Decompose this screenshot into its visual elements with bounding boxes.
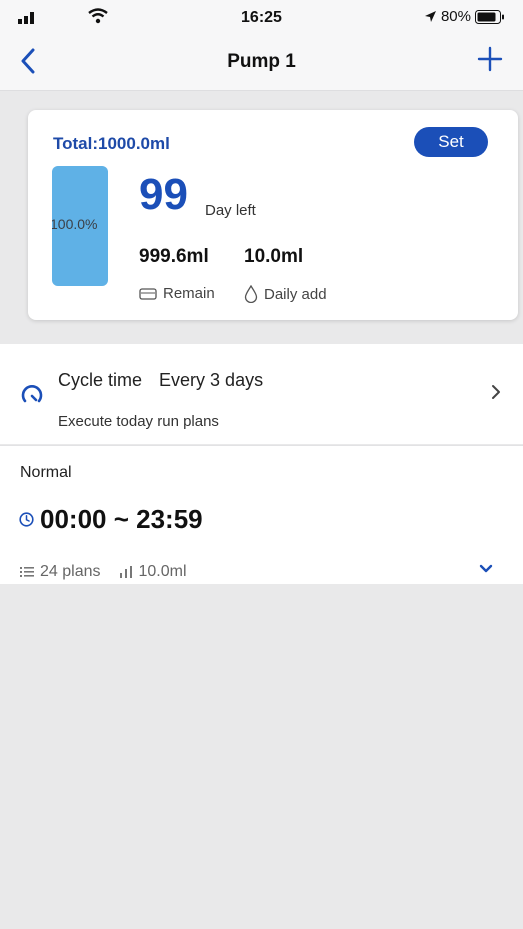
days-left-label: Day left xyxy=(205,202,256,219)
set-button[interactable]: Set xyxy=(414,127,488,157)
plan-amount: 10.0ml xyxy=(138,563,187,580)
remain-value: 999.6ml xyxy=(139,246,209,267)
cycle-time-row[interactable]: Cycle time Every 3 days Execute today ru… xyxy=(0,344,523,444)
plans-count: 24 plans xyxy=(40,563,101,580)
chevron-right-icon xyxy=(492,385,500,399)
tank-level-indicator: 100.0% xyxy=(52,166,108,286)
clock-icon xyxy=(19,512,34,527)
cycle-time-value: Every 3 days xyxy=(159,370,264,390)
plan-stats: 24 plans 10.0ml xyxy=(20,563,187,581)
status-bar: 16:25 80% xyxy=(0,0,523,34)
summary-card: Total:1000.0ml Set 100.0% 99 Day left 99… xyxy=(28,110,518,320)
daily-add-label: Daily add xyxy=(264,285,327,303)
daily-add-value: 10.0ml xyxy=(244,246,304,267)
status-right: 80% xyxy=(424,8,505,25)
plan-mode: Normal xyxy=(20,464,72,481)
page-title: Pump 1 xyxy=(227,51,296,72)
tank-percent: 100.0% xyxy=(52,216,98,232)
cycle-icon xyxy=(21,385,43,403)
tank-icon xyxy=(139,287,157,300)
plan-section: Normal 00:00 ~ 23:59 24 plans 10.0ml xyxy=(0,445,523,584)
battery-percent: 80% xyxy=(440,8,471,25)
cycle-time-line: Cycle time Every 3 days xyxy=(58,370,263,391)
plus-icon[interactable] xyxy=(477,46,503,72)
list-icon xyxy=(20,567,34,577)
cycle-subtitle: Execute today run plans xyxy=(58,413,219,430)
bar-chart-icon xyxy=(119,566,132,578)
remain-label-group: Remain xyxy=(139,285,215,302)
cycle-time-label: Cycle time xyxy=(58,370,143,390)
location-arrow-icon xyxy=(424,11,436,22)
drop-icon xyxy=(244,285,258,303)
plan-time-range: 00:00 ~ 23:59 xyxy=(40,504,203,534)
daily-add-label-group: Daily add xyxy=(244,285,327,303)
total-volume: Total:1000.0ml xyxy=(53,134,170,153)
nav-bar: Pump 1 xyxy=(0,34,523,91)
battery-icon xyxy=(475,9,504,24)
remain-label: Remain xyxy=(163,285,215,302)
chevron-down-icon[interactable] xyxy=(479,564,493,574)
days-left-value: 99 xyxy=(139,170,188,219)
